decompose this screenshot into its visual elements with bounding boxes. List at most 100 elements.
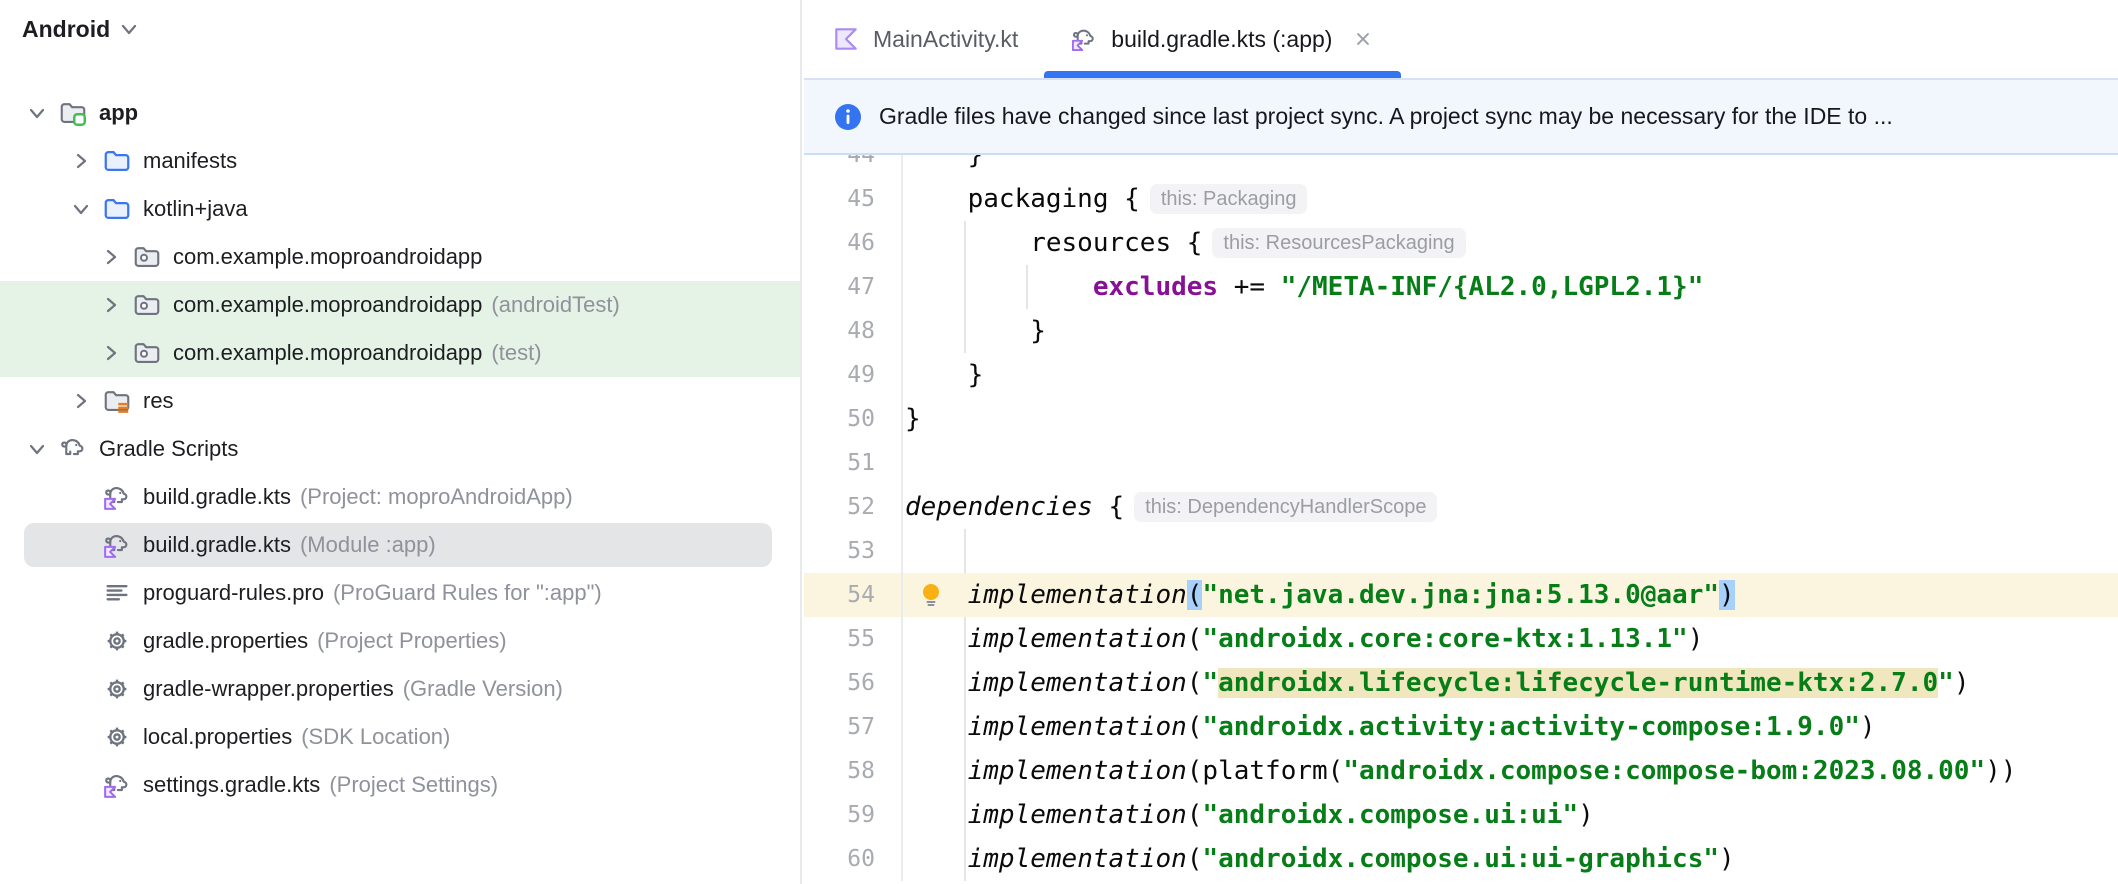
gradle-kts-file-icon: [104, 486, 128, 510]
inlay-hint[interactable]: this: ResourcesPackaging: [1212, 228, 1466, 258]
tree-item-kotlin-java[interactable]: kotlin+java: [0, 185, 800, 233]
tree-item-gradle-scripts[interactable]: Gradle Scripts: [0, 425, 800, 473]
tree-item-package-main[interactable]: com.example.moproandroidapp: [0, 233, 800, 281]
code-line-54[interactable]: 54 implementation("net.java.dev.jna:jna:…: [804, 573, 2118, 617]
code-token: ): [1859, 712, 1876, 742]
tab-mainactivity-kt[interactable]: MainActivity.kt: [806, 0, 1044, 78]
chevron-right-icon[interactable]: [70, 150, 92, 172]
code-text[interactable]: [903, 441, 2118, 485]
code-line-45[interactable]: 45 packaging {this: Packaging: [804, 177, 2118, 221]
tab-label: MainActivity.kt: [873, 25, 1019, 52]
gradle-kts-file-icon: [104, 534, 128, 558]
tree-item-label: app: [99, 100, 139, 125]
tree-item-manifests[interactable]: manifests: [0, 137, 800, 185]
chevron-down-icon[interactable]: [70, 198, 92, 220]
code-token: dependencies: [905, 492, 1093, 522]
tree-item-app[interactable]: app: [0, 89, 800, 137]
code-line-48[interactable]: 48 }: [804, 309, 2118, 353]
code-text[interactable]: implementation("net.java.dev.jna:jna:5.1…: [903, 573, 2118, 617]
code-token: (platform(: [1186, 756, 1344, 786]
code-line-56[interactable]: 56 implementation("androidx.lifecycle:li…: [804, 661, 2118, 705]
tree-item-local-properties[interactable]: local.properties (SDK Location): [0, 713, 800, 761]
chevron-right-icon[interactable]: [100, 294, 122, 316]
tree-item-qualifier: (SDK Location): [301, 724, 451, 749]
resources-folder-icon: [104, 391, 130, 413]
tree-item-build-gradle-module-app[interactable]: build.gradle.kts (Module :app): [0, 521, 800, 569]
code-line-60[interactable]: 60 implementation("androidx.compose.ui:u…: [804, 837, 2118, 881]
code-line-53[interactable]: 53: [804, 529, 2118, 573]
code-line-47[interactable]: 47 excludes += "/META-INF/{AL2.0,LGPL2.1…: [804, 265, 2118, 309]
code-token: "androidx.compose.ui:ui-graphics": [1202, 844, 1719, 874]
code-editor[interactable]: 44 } 45 packaging {this: Packaging 46 reso…: [804, 155, 2118, 884]
code-line-46[interactable]: 46 resources {this: ResourcesPackaging: [804, 221, 2118, 265]
line-number: 47: [804, 265, 903, 309]
tree-item-label: Gradle Scripts: [99, 436, 239, 461]
code-line-51[interactable]: 51: [804, 441, 2118, 485]
code-text[interactable]: dependencies {this: DependencyHandlerSco…: [903, 485, 2118, 529]
code-line-57[interactable]: 57 implementation("androidx.activity:act…: [804, 705, 2118, 749]
close-icon[interactable]: [1351, 27, 1375, 51]
code-token: androidx.lifecycle:lifecycle-runtime-ktx…: [1218, 668, 1939, 698]
code-line-58[interactable]: 58 implementation(platform("androidx.com…: [804, 749, 2118, 793]
inlay-hint[interactable]: this: DependencyHandlerScope: [1134, 492, 1438, 522]
code-text[interactable]: implementation("androidx.core:core-ktx:1…: [903, 617, 2118, 661]
tree-item-package-test[interactable]: com.example.moproandroidapp (test): [0, 329, 800, 377]
tree-item-package-androidtest[interactable]: com.example.moproandroidapp (androidTest…: [0, 281, 800, 329]
gear-icon: [106, 726, 128, 748]
tree-item-build-gradle-project[interactable]: build.gradle.kts (Project: moproAndroidA…: [0, 473, 800, 521]
chevron-right-icon[interactable]: [100, 342, 122, 364]
tree-item-gradle-properties[interactable]: gradle.properties (Project Properties): [0, 617, 800, 665]
code-line-50[interactable]: 50}: [804, 397, 2118, 441]
code-line-59[interactable]: 59 implementation("androidx.compose.ui:u…: [804, 793, 2118, 837]
tree-item-qualifier: (Project: moproAndroidApp): [299, 484, 573, 509]
chevron-down-icon[interactable]: [26, 438, 48, 460]
code-line-52[interactable]: 52 dependencies {this: DependencyHandlerS…: [804, 485, 2118, 529]
tree-item-label: manifests: [143, 148, 238, 173]
code-token: packaging {: [905, 184, 1140, 214]
code-token: implementation: [967, 844, 1187, 874]
code-line-55[interactable]: 55 implementation("androidx.core:core-kt…: [804, 617, 2118, 661]
chevron-right-icon[interactable]: [70, 390, 92, 412]
code-text[interactable]: implementation("androidx.compose.ui:ui"): [903, 793, 2118, 837]
code-line-49[interactable]: 49 }: [804, 353, 2118, 397]
code-text[interactable]: implementation(platform("androidx.compos…: [903, 749, 2118, 793]
code-text[interactable]: implementation("androidx.lifecycle:lifec…: [903, 661, 2118, 705]
code-text[interactable]: resources {this: ResourcesPackaging: [903, 221, 2118, 265]
chevron-right-icon[interactable]: [100, 246, 122, 268]
tree-item-gradle-wrapper-properties[interactable]: gradle-wrapper.properties (Gradle Versio…: [0, 665, 800, 713]
code-text[interactable]: }: [903, 353, 2118, 397]
tree-item-label: gradle-wrapper.properties: [143, 676, 394, 701]
code-text[interactable]: }: [903, 309, 2118, 353]
tab-build-gradle-kts-app[interactable]: build.gradle.kts (:app): [1044, 0, 1402, 78]
code-token: (: [1186, 800, 1203, 830]
code-line-44[interactable]: 44 }: [804, 155, 2118, 177]
code-text[interactable]: [903, 529, 2118, 573]
kotlin-file-icon: [835, 28, 857, 50]
code-token: (: [1186, 624, 1203, 654]
project-view-selector[interactable]: Android: [22, 12, 150, 46]
code-token: implementation: [967, 668, 1187, 698]
intention-bulb-icon[interactable]: [916, 580, 946, 610]
code-token: }: [905, 404, 921, 434]
tree-item-label: build.gradle.kts: [143, 532, 291, 557]
tree-item-res[interactable]: res: [0, 377, 800, 425]
tree-item-settings-gradle[interactable]: settings.gradle.kts (Project Settings): [0, 761, 800, 809]
package-folder-icon: [134, 247, 160, 267]
code-text[interactable]: }: [903, 397, 2118, 441]
code-text[interactable]: packaging { this: Packaging: [903, 177, 2118, 221]
inlay-hint[interactable]: this: Packaging: [1149, 184, 1308, 214]
code-token: implementation: [967, 756, 1187, 786]
code-text[interactable]: }: [903, 155, 2118, 177]
chevron-down-icon[interactable]: [26, 102, 48, 124]
tree-item-qualifier: (Project Properties): [317, 628, 507, 653]
code-text[interactable]: excludes += "/META-INF/{AL2.0,LGPL2.1}": [903, 265, 2118, 309]
code-text[interactable]: implementation("androidx.compose.ui:ui-g…: [903, 837, 2118, 881]
tree-item-proguard-rules[interactable]: proguard-rules.pro (ProGuard Rules for "…: [0, 569, 800, 617]
line-number: 46: [804, 221, 903, 265]
code-token: (: [1186, 712, 1203, 742]
code-token: implementation: [967, 800, 1187, 830]
code-text[interactable]: implementation("androidx.activity:activi…: [903, 705, 2118, 749]
